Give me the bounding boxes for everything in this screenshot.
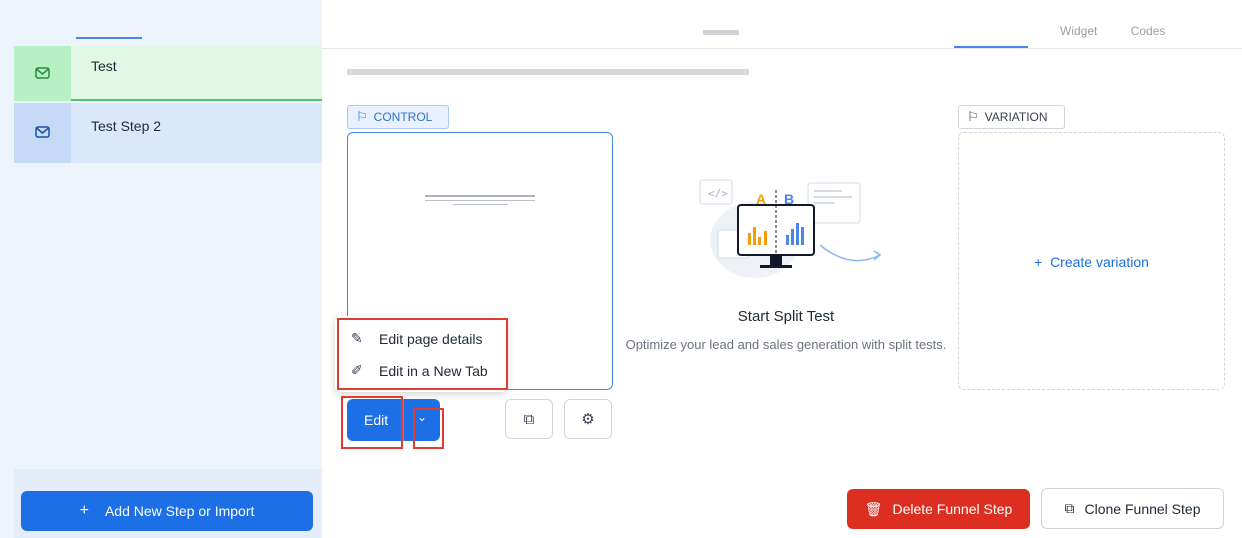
sidebar-step-test[interactable]: Test — [14, 46, 322, 101]
blurred-header-text — [703, 30, 739, 35]
flag-icon: ⚐ — [356, 109, 368, 124]
sidebar-tab-indicator — [76, 37, 142, 39]
sidebar-step-test-step-2[interactable]: Test Step 2 — [14, 103, 322, 163]
svg-text:B: B — [784, 191, 794, 207]
settings-button[interactable]: ⚙ — [564, 399, 612, 439]
plus-icon: + — [79, 502, 89, 519]
variation-badge: ⚐ VARIATION — [958, 105, 1065, 129]
variation-card[interactable]: + Create variation — [958, 132, 1225, 390]
highlight-edit-box — [341, 396, 403, 449]
delete-label: Delete Funnel Step — [892, 501, 1013, 517]
blurred-page-url — [347, 69, 749, 75]
delete-funnel-step-button[interactable]: 🗑 Delete Funnel Step — [847, 489, 1030, 529]
preview-text-line — [453, 204, 508, 205]
mail-icon — [14, 46, 71, 101]
split-test-illustration: </> A B — [699, 179, 882, 278]
svg-text:</>: </> — [708, 187, 728, 200]
variation-badge-label: VARIATION — [984, 110, 1048, 124]
svg-text:A: A — [756, 191, 766, 207]
create-variation-button[interactable]: + Create variation — [959, 254, 1224, 270]
add-step-label: Add New Step or Import — [104, 503, 255, 519]
clone-funnel-step-button[interactable]: ⧉ Clone Funnel Step — [1041, 488, 1224, 529]
plus-icon: + — [1034, 254, 1051, 270]
split-test-title: Start Split Test — [737, 308, 835, 325]
flag-icon: ⚐ — [967, 109, 979, 124]
add-step-button[interactable]: + Add New Step or Import — [21, 491, 313, 531]
open-external-button[interactable]: ⧉ — [505, 399, 553, 439]
mail-icon — [14, 103, 71, 163]
tab-widget[interactable]: Widget — [1060, 24, 1097, 38]
trash-icon: 🗑 — [864, 500, 883, 517]
step-label: Test — [91, 58, 117, 74]
sidebar: Test Test Step 2 + Add New Step or Impor… — [0, 0, 322, 538]
header-divider — [322, 48, 1242, 49]
step-progress-bar — [71, 99, 322, 101]
step-label: Test Step 2 — [91, 118, 162, 134]
preview-text-line — [425, 200, 535, 201]
gear-icon: ⚙ — [581, 411, 595, 428]
tab-codes[interactable]: Codes — [1131, 24, 1166, 38]
highlight-caret-box — [413, 408, 444, 449]
clone-label: Clone Funnel Step — [1084, 500, 1201, 517]
preview-text-line — [425, 195, 535, 197]
copy-icon: ⧉ — [1064, 500, 1075, 516]
split-divider — [403, 399, 404, 441]
external-link-icon: ⧉ — [523, 410, 535, 428]
split-test-description: Optimize your lead and sales generation … — [625, 337, 947, 352]
control-badge-label: CONTROL — [373, 110, 433, 124]
control-badge: ⚐ CONTROL — [347, 105, 449, 129]
create-variation-label: Create variation — [1050, 254, 1149, 270]
header-tabs: Widget Codes — [1060, 24, 1195, 38]
highlight-menu-box — [337, 318, 508, 390]
